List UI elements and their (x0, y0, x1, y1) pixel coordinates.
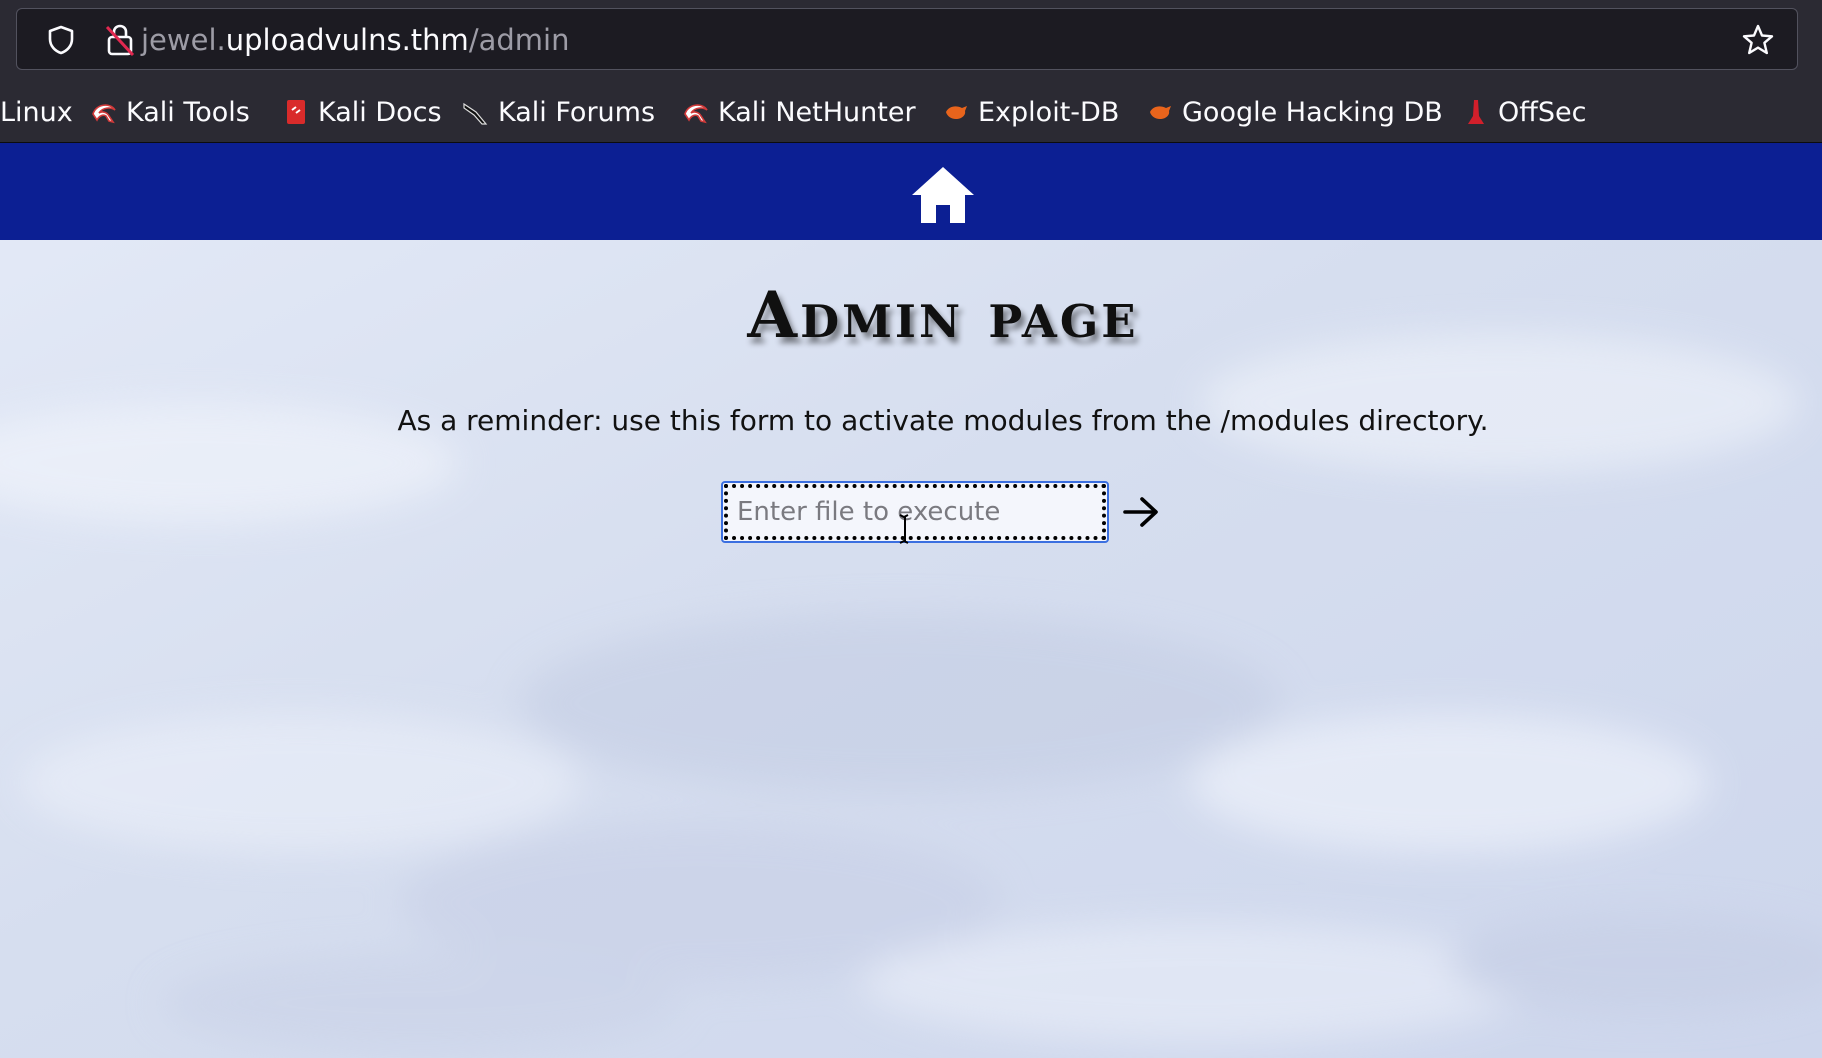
url-path: /admin (468, 23, 570, 57)
page-viewport: Admin page As a reminder: use this form … (0, 143, 1822, 1058)
page-title: Admin page (747, 278, 1139, 353)
browser-chrome: jewel.uploadvulns.thm/admin Linux Kali T… (0, 0, 1822, 143)
home-icon[interactable] (908, 163, 978, 227)
kali-forums-icon (463, 102, 488, 125)
bookmark-label: Kali Forums (498, 96, 656, 128)
bookmark-linux[interactable]: Linux (0, 92, 73, 132)
bookmark-exploit-db[interactable]: Exploit-DB (942, 92, 1119, 132)
bookmark-kali-forums[interactable]: Kali Forums (462, 92, 655, 132)
bookmark-kali-tools[interactable]: Kali Tools (90, 92, 250, 132)
execute-file-input[interactable] (721, 481, 1109, 543)
exploit-db-icon (1150, 106, 1171, 119)
shield-icon[interactable] (45, 24, 77, 56)
bookmark-label: Exploit-DB (978, 96, 1120, 128)
url-domain: uploadvulns.thm (225, 23, 469, 57)
bookmark-offsec[interactable]: OffSec (1462, 92, 1586, 132)
bookmarks-toolbar: Linux Kali Tools Kali Docs Kali Forums K… (0, 86, 1822, 138)
bookmark-kali-docs[interactable]: Kali Docs (282, 92, 442, 132)
bookmark-label: Linux (0, 96, 73, 128)
bookmark-label: Kali NetHunter (718, 96, 916, 128)
exploit-db-icon (946, 106, 967, 119)
kali-dragon-icon (684, 104, 708, 124)
bookmark-kali-nethunter[interactable]: Kali NetHunter (682, 92, 916, 132)
reminder-text: As a reminder: use this form to activate… (397, 404, 1489, 437)
url-bar[interactable]: jewel.uploadvulns.thm/admin (16, 8, 1798, 70)
bookmark-star-icon[interactable] (1741, 23, 1775, 57)
kali-docs-icon (287, 100, 305, 124)
bookmark-label: OffSec (1498, 96, 1587, 128)
insecure-lock-icon[interactable] (103, 22, 137, 58)
text-cursor-icon (899, 514, 909, 544)
bookmark-google-hacking-db[interactable]: Google Hacking DB (1146, 92, 1443, 132)
bookmark-label: Google Hacking DB (1182, 96, 1443, 128)
site-navbar (0, 143, 1822, 240)
offsec-icon (1468, 100, 1484, 124)
bookmark-label: Kali Tools (126, 96, 250, 128)
kali-dragon-icon (92, 104, 116, 124)
url-text[interactable]: jewel.uploadvulns.thm/admin (141, 22, 569, 58)
submit-arrow-icon[interactable] (1122, 495, 1160, 529)
bookmark-label: Kali Docs (318, 96, 442, 128)
url-subdomain: jewel. (141, 23, 226, 57)
